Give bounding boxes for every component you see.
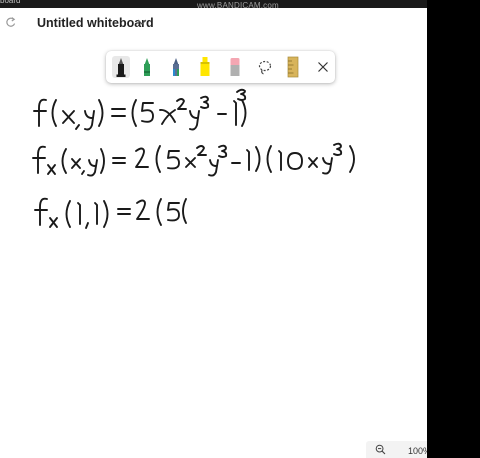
zoom-out-icon[interactable] xyxy=(375,444,386,455)
zoom-level[interactable]: 100% xyxy=(408,446,427,456)
whiteboard-app: board www.BANDICAM.com Untitled whiteboa… xyxy=(0,0,427,458)
zoom-controls: 100% xyxy=(366,441,427,458)
ink-line-1 xyxy=(33,88,247,131)
window-title-strip: board www.BANDICAM.com xyxy=(0,0,427,10)
drawing-canvas[interactable] xyxy=(0,38,427,458)
app-title-fragment: board xyxy=(0,0,21,5)
screen-edge xyxy=(427,0,480,458)
redo-icon[interactable] xyxy=(5,16,17,28)
ink-line-3 xyxy=(34,197,187,229)
chevron-down-icon[interactable] xyxy=(137,18,147,26)
ink-line-2 xyxy=(32,142,355,177)
